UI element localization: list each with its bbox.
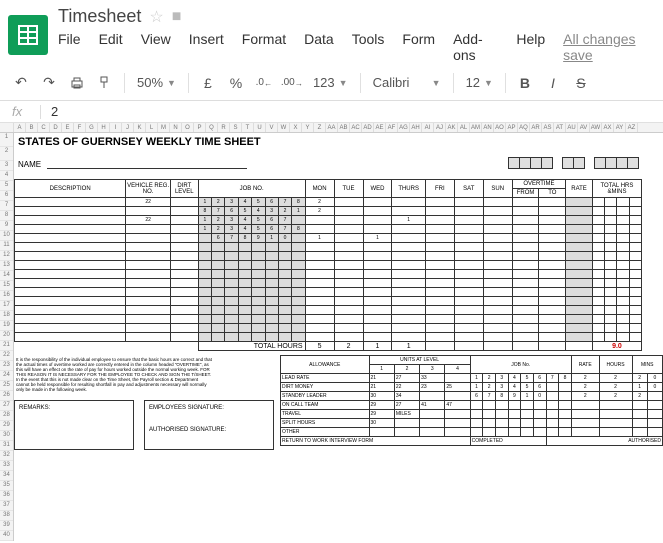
- formula-bar: fx 2: [0, 101, 663, 123]
- menu-insert[interactable]: Insert: [189, 31, 224, 63]
- table-row[interactable]: OTHER: [281, 428, 663, 437]
- menu-tools[interactable]: Tools: [352, 31, 385, 63]
- star-icon[interactable]: ☆: [149, 7, 163, 27]
- hdr-total: TOTAL HRS &MINS: [592, 180, 641, 198]
- hdr-dirt: DIRT LEVEL: [170, 180, 198, 198]
- ref-boxes-3: [595, 157, 639, 169]
- table-row[interactable]: LEAD RATE212733123456782220: [281, 374, 663, 383]
- table-row[interactable]: TRAVEL29MILES: [281, 410, 663, 419]
- total-hours-label: TOTAL HOURS: [198, 342, 305, 351]
- folder-icon[interactable]: ■: [172, 8, 182, 26]
- font-size-select[interactable]: 12▼: [460, 70, 499, 96]
- sheet-title: STATES OF GUERNSEY WEEKLY TIME SHEET: [14, 133, 663, 151]
- fx-input[interactable]: 2: [41, 104, 58, 119]
- table-row[interactable]: DIRT MONEY212223251234562210: [281, 383, 663, 392]
- menu-bar: File Edit View Insert Format Data Tools …: [58, 31, 655, 63]
- hdr-wed: WED: [363, 180, 392, 198]
- hdr-from: FROM: [512, 189, 539, 198]
- hdr-ot: OVERTIME: [512, 180, 565, 189]
- table-row[interactable]: [15, 333, 642, 342]
- table-row[interactable]: 67891011: [15, 234, 642, 243]
- ref-boxes-1: [509, 157, 553, 169]
- hdr-to: TO: [539, 189, 566, 198]
- table-row[interactable]: 876543212: [15, 207, 642, 216]
- print-button[interactable]: [64, 70, 90, 96]
- hdr-sun: SUN: [483, 180, 512, 198]
- row-headers: 1234567891011121314151617181920212223242…: [0, 133, 14, 541]
- zoom-select[interactable]: 50%▼: [131, 70, 182, 96]
- total-mon: 5: [305, 342, 334, 351]
- menu-format[interactable]: Format: [242, 31, 286, 63]
- strike-button[interactable]: S: [568, 70, 594, 96]
- table-row[interactable]: 12345678: [15, 225, 642, 234]
- menu-form[interactable]: Form: [402, 31, 435, 63]
- table-row[interactable]: ON CALL TEAM29274147: [281, 401, 663, 410]
- table-row[interactable]: SPLIT HOURS30: [281, 419, 663, 428]
- table-row[interactable]: [15, 288, 642, 297]
- hdr-mon: MON: [305, 180, 334, 198]
- col-headers: ABCDEFGHIJKLMNOPQRSTUVWXYZAAABACADAEAFAG…: [0, 123, 663, 133]
- table-row[interactable]: [15, 243, 642, 252]
- allowance-table[interactable]: ALLOWANCE UNITS AT LEVEL JOB No. RATE HO…: [280, 355, 663, 446]
- table-row[interactable]: [15, 261, 642, 270]
- toolbar: ↶ ↷ 50%▼ £ % .0← .00→ 123▼ Calibri▼ 12▼ …: [0, 65, 663, 101]
- increase-decimal-button[interactable]: .00→: [279, 70, 305, 96]
- table-row[interactable]: [15, 297, 642, 306]
- hdr-job: JOB NO.: [198, 180, 305, 198]
- total-wed: 1: [363, 342, 392, 351]
- italic-button[interactable]: I: [540, 70, 566, 96]
- table-row[interactable]: [15, 324, 642, 333]
- sig-box[interactable]: EMPLOYEES SIGNATURE: AUTHORISED SIGNATUR…: [144, 400, 274, 450]
- menu-addons[interactable]: Add-ons: [453, 31, 498, 63]
- menu-help[interactable]: Help: [516, 31, 545, 63]
- font-select[interactable]: Calibri▼: [367, 70, 447, 96]
- remarks-box[interactable]: REMARKS:: [14, 400, 134, 450]
- table-row[interactable]: [15, 306, 642, 315]
- redo-button[interactable]: ↷: [36, 70, 62, 96]
- decrease-decimal-button[interactable]: .0←: [251, 70, 277, 96]
- hdr-sat: SAT: [454, 180, 483, 198]
- table-row[interactable]: [15, 279, 642, 288]
- menu-file[interactable]: File: [58, 31, 81, 63]
- sheets-logo[interactable]: [8, 15, 48, 55]
- hdr-vehicle: VEHICLE REG. NO.: [126, 180, 171, 198]
- sheet-area[interactable]: ABCDEFGHIJKLMNOPQRSTUVWXYZAAABACADAEAFAG…: [0, 123, 663, 543]
- table-row[interactable]: 2212345671: [15, 216, 642, 225]
- total-grand: 9.0: [592, 342, 641, 351]
- undo-button[interactable]: ↶: [8, 70, 34, 96]
- menu-view[interactable]: View: [141, 31, 171, 63]
- num-format-select[interactable]: 123▼: [307, 70, 354, 96]
- table-row[interactable]: 22123456782: [15, 198, 642, 207]
- doc-title[interactable]: Timesheet: [58, 6, 141, 27]
- header-bar: Timesheet ☆ ■ File Edit View Insert Form…: [0, 0, 663, 65]
- total-tue: 2: [334, 342, 363, 351]
- name-field[interactable]: [47, 161, 247, 169]
- hdr-thurs: THURS: [392, 180, 425, 198]
- fx-label: fx: [0, 104, 40, 119]
- menu-edit[interactable]: Edit: [99, 31, 123, 63]
- timesheet-table[interactable]: DESCRIPTION VEHICLE REG. NO. DIRT LEVEL …: [14, 179, 642, 351]
- hdr-tue: TUE: [334, 180, 363, 198]
- table-row[interactable]: STANDBY LEADER3034678910222: [281, 392, 663, 401]
- save-status[interactable]: All changes save: [563, 31, 655, 63]
- menu-data[interactable]: Data: [304, 31, 334, 63]
- hdr-fri: FRI: [425, 180, 454, 198]
- notes-text: It is the responsibility of the individu…: [14, 355, 214, 394]
- currency-button[interactable]: £: [195, 70, 221, 96]
- name-label: NAME: [18, 160, 41, 169]
- total-thurs: 1: [392, 342, 425, 351]
- percent-button[interactable]: %: [223, 70, 249, 96]
- table-row[interactable]: [15, 270, 642, 279]
- ref-boxes-2: [563, 157, 585, 169]
- bold-button[interactable]: B: [512, 70, 538, 96]
- table-row[interactable]: [15, 315, 642, 324]
- table-row[interactable]: [15, 252, 642, 261]
- hdr-desc: DESCRIPTION: [15, 180, 126, 198]
- hdr-rate: RATE: [566, 180, 593, 198]
- paint-format-button[interactable]: [92, 70, 118, 96]
